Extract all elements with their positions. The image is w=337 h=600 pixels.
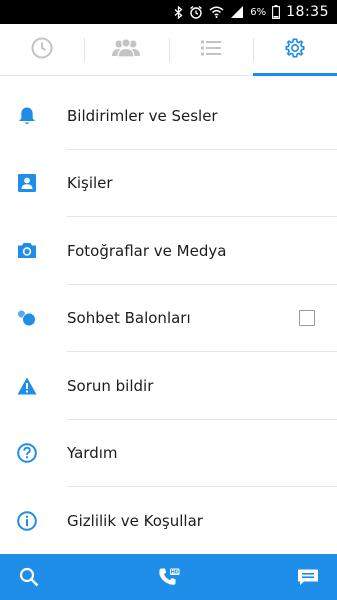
compose-icon[interactable] — [296, 565, 320, 589]
phone-hd-icon[interactable]: HD — [157, 565, 181, 589]
menu-item-contacts[interactable]: Kişiler — [0, 150, 337, 218]
tab-recent[interactable] — [0, 24, 84, 75]
menu-label: Kişiler — [67, 174, 113, 193]
contact-card-icon — [0, 174, 67, 193]
menu-item-chat-heads[interactable]: Sohbet Balonları — [0, 285, 337, 353]
info-icon — [0, 510, 67, 531]
alarm-icon — [189, 5, 203, 19]
signal-icon — [230, 6, 244, 18]
help-icon — [0, 443, 67, 464]
camera-icon — [0, 242, 67, 259]
tab-groups[interactable] — [84, 24, 168, 75]
battery-percent: 6% — [250, 6, 267, 18]
menu-label: Gizlilik ve Koşullar — [67, 511, 203, 530]
menu-label: Sorun bildir — [67, 376, 154, 395]
battery-icon — [272, 5, 281, 19]
menu-item-notifications[interactable]: Bildirimler ve Sesler — [0, 82, 337, 150]
menu-item-report-problem[interactable]: Sorun bildir — [0, 352, 337, 420]
menu-label: Fotoğraflar ve Medya — [67, 241, 227, 260]
warning-icon — [0, 377, 67, 395]
clock-time: 18:35 — [286, 4, 329, 20]
settings-menu: Bildirimler ve Sesler Kişiler Fotoğrafla… — [0, 82, 337, 555]
bell-icon — [0, 106, 67, 126]
menu-label: Bildirimler ve Sesler — [67, 106, 218, 125]
chat-heads-icon — [0, 309, 67, 327]
menu-item-privacy-terms[interactable]: Gizlilik ve Koşullar — [0, 487, 337, 555]
tab-settings[interactable] — [252, 24, 337, 76]
gear-icon — [284, 37, 306, 63]
menu-item-help[interactable]: Yardım — [0, 420, 337, 488]
wifi-icon — [209, 6, 224, 18]
status-bar: 6% 18:35 — [0, 0, 337, 24]
bluetooth-icon — [174, 5, 183, 19]
menu-item-photos-media[interactable]: Fotoğraflar ve Medya — [0, 217, 337, 285]
list-icon — [200, 40, 221, 60]
tab-bar — [0, 24, 337, 76]
menu-label: Yardım — [67, 444, 118, 463]
search-icon[interactable] — [17, 565, 41, 589]
svg-text:HD: HD — [170, 570, 178, 576]
clock-icon — [31, 37, 53, 63]
chat-heads-checkbox[interactable] — [299, 310, 315, 327]
tab-list[interactable] — [168, 24, 253, 75]
menu-label: Sohbet Balonları — [67, 309, 191, 328]
people-icon — [111, 37, 141, 62]
bottom-action-bar: HD — [0, 554, 337, 600]
